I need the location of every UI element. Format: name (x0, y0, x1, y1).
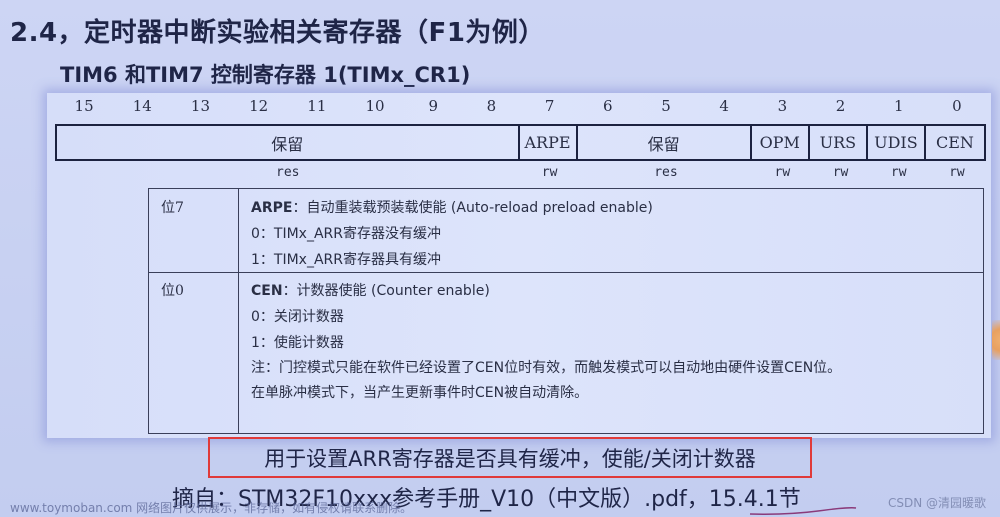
field-description: ：计数器使能 (Counter enable) (282, 283, 490, 299)
field-name: CEN (251, 283, 283, 299)
field-name: ARPE (251, 200, 293, 216)
bit-label: 位7 (149, 189, 239, 272)
register-field-udis: UDIS (868, 126, 926, 159)
access-type: rw (832, 165, 849, 180)
description-heading: ARPE：自动重装载预装载使能 (Auto-reload preload ena… (251, 195, 983, 221)
bit-number: 8 (486, 97, 497, 115)
value-option: 1：使能计数器 (251, 335, 344, 351)
register-field-reserved-6-4: 保留 (578, 126, 752, 159)
field-description: ：自动重装载预装载使能 (Auto-reload preload enable) (292, 200, 653, 216)
bit-number: 15 (74, 97, 94, 115)
bit-number: 4 (719, 97, 729, 115)
access-type: res (654, 165, 678, 180)
bit-number: 0 (952, 97, 962, 115)
highlight-text: 用于设置ARR寄存器是否具有缓冲，使能/关闭计数器 (264, 446, 756, 471)
bit-number: 6 (603, 97, 613, 115)
access-type: rw (541, 165, 558, 180)
bit-number: 7 (544, 97, 555, 115)
bit-number: 9 (428, 97, 438, 115)
extra-note-text: 在单脉冲模式下，当产生更新事件时CEN被自动清除。 (251, 385, 589, 401)
bit-number: 13 (190, 97, 211, 115)
bit-number: 2 (835, 97, 846, 115)
access-type: rw (949, 165, 965, 180)
value-option: 1：TIMx_ARR寄存器具有缓冲 (251, 252, 441, 268)
presenter-hand (992, 320, 1000, 360)
note-text: 注：门控模式只能在软件已经设置了CEN位时有效，而触发模式可以自动地由硬件设置C… (251, 360, 842, 376)
description-row-bit0: 位0 CEN：计数器使能 (Counter enable) 0：关闭计数器 1：… (149, 272, 983, 433)
description-body: CEN：计数器使能 (Counter enable) 0：关闭计数器 1：使能计… (239, 272, 983, 433)
register-bitfield-box: 保留 ARPE 保留 OPM URS UDIS CEN (55, 124, 986, 161)
bit-number: 3 (777, 97, 788, 115)
slide-title: 2.4，定时器中断实验相关寄存器（F1为例） (10, 18, 545, 48)
register-field-cen: CEN (936, 133, 974, 152)
bit-label: 位0 (149, 272, 239, 433)
value-option: 0：TIMx_ARR寄存器没有缓冲 (251, 226, 441, 242)
watermark-text: www.toymoban.com 网络图片仅供展示，非存储，如有侵权请联系删除。 (10, 501, 413, 515)
access-type: rw (890, 165, 907, 180)
description-heading: CEN：计数器使能 (Counter enable) (251, 278, 983, 304)
author-watermark: CSDN @清园暖歌 (888, 496, 987, 510)
bit-description-table: 位7 ARPE：自动重装载预装载使能 (Auto-reload preload … (148, 188, 984, 434)
bit-number: 1 (893, 97, 904, 115)
bit-number: 5 (661, 97, 671, 115)
value-option: 0：关闭计数器 (251, 309, 344, 325)
register-field-opm: OPM (752, 126, 810, 159)
register-field-urs: URS (810, 126, 868, 159)
access-type: res (276, 165, 300, 180)
pen-underline-annotation (749, 507, 857, 515)
register-field-reserved-15-8: 保留 (57, 126, 520, 159)
register-title: TIM6 和TIM7 控制寄存器 1(TIMx_CR1) (60, 63, 471, 87)
description-body: ARPE：自动重装载预装载使能 (Auto-reload preload ena… (239, 189, 983, 272)
bit-number: 10 (365, 97, 385, 115)
register-field-arpe: ARPE (520, 126, 578, 159)
bit-number: 14 (132, 97, 152, 115)
highlight-summary-box: 用于设置ARR寄存器是否具有缓冲，使能/关闭计数器 (208, 437, 812, 478)
access-type: rw (774, 165, 791, 180)
bit-number: 11 (307, 97, 327, 115)
description-row-bit7: 位7 ARPE：自动重装载预装载使能 (Auto-reload preload … (149, 189, 983, 273)
bit-number: 12 (249, 97, 269, 115)
